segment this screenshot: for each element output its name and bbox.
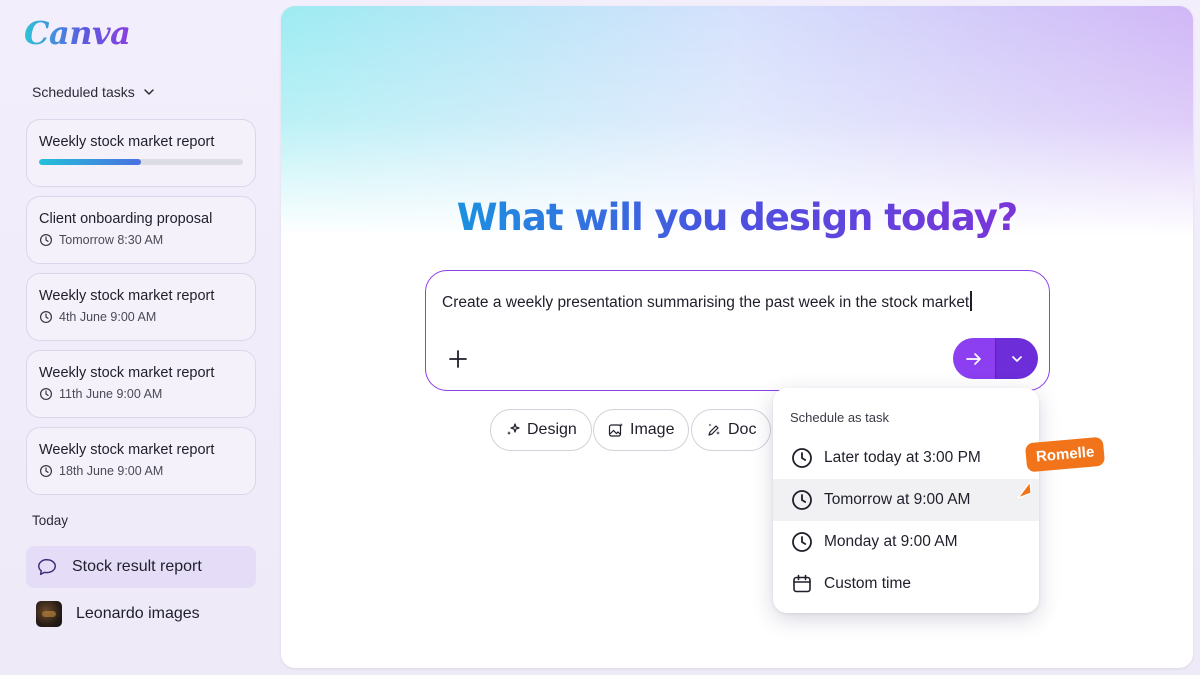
- task-time: 18th June 9:00 AM: [39, 464, 243, 478]
- send-button[interactable]: [953, 338, 995, 379]
- menu-item-monday[interactable]: Monday at 9:00 AM: [773, 521, 1039, 563]
- calendar-icon: [793, 574, 811, 593]
- task-title: Client onboarding proposal: [39, 211, 213, 227]
- image-sparkle-icon: [608, 423, 623, 437]
- task-card-client-onboarding[interactable]: Client onboarding proposal Tomorrow 8:30…: [26, 196, 256, 264]
- pen-sparkle-icon: [708, 423, 720, 436]
- task-title: Weekly stock market report: [39, 288, 215, 304]
- menu-item-tomorrow[interactable]: Tomorrow at 9:00 AM: [773, 479, 1039, 521]
- task-time: 4th June 9:00 AM: [39, 310, 243, 324]
- task-card-weekly-report-4-june[interactable]: Weekly stock market report 4th June 9:00…: [26, 273, 256, 341]
- scheduled-tasks-toggle[interactable]: Scheduled tasks: [32, 84, 155, 100]
- chevron-down-icon: [143, 89, 154, 95]
- chip-label: Doc: [728, 421, 757, 438]
- chip-label: Design: [527, 421, 577, 438]
- collaborator-name-tag: Romelle: [1024, 436, 1106, 473]
- chat-bubble-icon: [38, 558, 56, 576]
- prompt-input-box[interactable]: Create a weekly presentation summarising…: [425, 270, 1050, 391]
- image-thumbnail: [36, 601, 62, 627]
- chip-label: Image: [630, 421, 675, 438]
- clock-icon: [39, 387, 53, 401]
- clock-icon: [792, 490, 812, 510]
- task-card-weekly-report-in-progress[interactable]: Weekly stock market report: [26, 119, 256, 187]
- task-card-weekly-report-18-june[interactable]: Weekly stock market report 18th June 9:0…: [26, 427, 256, 495]
- recent-item-leonardo-images[interactable]: Leonardo images: [26, 593, 256, 635]
- menu-item-label: Later today at 3:00 PM: [824, 449, 981, 466]
- menu-item-label: Tomorrow at 9:00 AM: [824, 491, 971, 508]
- menu-item-later-today[interactable]: Later today at 3:00 PM: [773, 437, 1039, 479]
- sparkle-icon: [507, 423, 520, 435]
- recent-item-label: Leonardo images: [76, 605, 200, 622]
- clock-icon: [39, 310, 53, 324]
- send-button-group: [953, 338, 1038, 379]
- today-section-label: Today: [32, 513, 69, 528]
- clock-icon: [39, 233, 53, 247]
- task-time-label: 4th June 9:00 AM: [59, 310, 157, 324]
- schedule-dropdown-button[interactable]: [996, 338, 1038, 379]
- chevron-down-icon: [1012, 355, 1022, 362]
- task-progress-fill: [39, 159, 141, 165]
- main-panel: What will you design today? Create a wee…: [281, 6, 1193, 668]
- task-time-label: 18th June 9:00 AM: [59, 464, 164, 478]
- scheduled-tasks-label: Scheduled tasks: [32, 84, 135, 100]
- collaborator-cursor-icon: [1017, 481, 1032, 499]
- task-card-weekly-report-11-june[interactable]: Weekly stock market report 11th June 9:0…: [26, 350, 256, 418]
- menu-item-label: Monday at 9:00 AM: [824, 533, 958, 550]
- clock-icon: [792, 448, 812, 468]
- arrow-right-icon: [966, 352, 981, 365]
- page-headline: What will you design today?: [281, 196, 1193, 239]
- task-time-label: Tomorrow 8:30 AM: [59, 233, 164, 247]
- task-time: Tomorrow 8:30 AM: [39, 233, 243, 247]
- clock-icon: [39, 464, 53, 478]
- clock-icon: [792, 532, 812, 552]
- task-title: Weekly stock market report: [39, 442, 215, 458]
- text-caret: [970, 291, 972, 311]
- task-time: 11th June 9:00 AM: [39, 387, 243, 401]
- doc-chip[interactable]: Doc: [691, 409, 772, 451]
- task-time-label: 11th June 9:00 AM: [59, 387, 163, 401]
- image-chip[interactable]: Image: [593, 409, 690, 451]
- recent-item-label: Stock result report: [72, 558, 202, 575]
- plus-icon[interactable]: [446, 347, 470, 371]
- menu-item-custom-time[interactable]: Custom time: [773, 563, 1039, 605]
- prompt-input[interactable]: Create a weekly presentation summarising…: [442, 291, 972, 312]
- canva-logo[interactable]: Canva: [24, 14, 131, 52]
- design-chip[interactable]: Design: [490, 409, 592, 451]
- prompt-input-text: Create a weekly presentation summarising…: [442, 294, 970, 311]
- schedule-dropdown-menu: Schedule as task Later today at 3:00 PM …: [773, 388, 1039, 613]
- recent-item-stock-result-report[interactable]: Stock result report: [26, 546, 256, 588]
- task-title: Weekly stock market report: [39, 365, 215, 381]
- task-progress-bar: [39, 159, 243, 165]
- dropdown-title: Schedule as task: [790, 410, 890, 425]
- menu-item-label: Custom time: [824, 575, 911, 592]
- task-title: Weekly stock market report: [39, 134, 215, 150]
- sidebar: Canva Scheduled tasks Weekly stock marke…: [0, 0, 280, 675]
